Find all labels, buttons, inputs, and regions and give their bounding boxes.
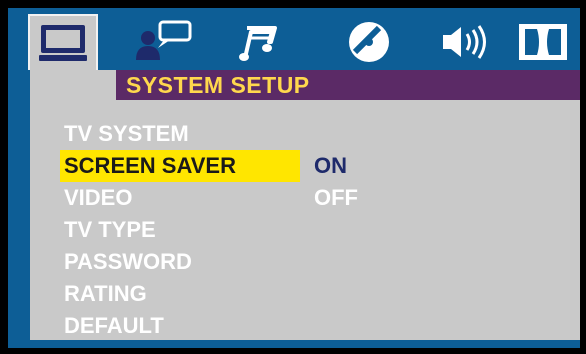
page-title: SYSTEM SETUP <box>126 72 310 98</box>
monitor-icon <box>35 21 91 65</box>
person-speech-icon <box>132 20 194 64</box>
tab-speaker-setup[interactable] <box>432 16 502 68</box>
option-list: ON OFF <box>314 150 358 214</box>
section-header: SYSTEM SETUP <box>116 70 580 100</box>
option-off[interactable]: OFF <box>314 182 358 214</box>
speaker-icon <box>439 22 495 62</box>
option-on[interactable]: ON <box>314 150 358 182</box>
music-note-icon <box>235 20 283 64</box>
osd-frame: SYSTEM SETUP TV SYSTEM SCREEN SAVER VIDE… <box>0 0 586 354</box>
menu-item-tv-type[interactable]: TV TYPE <box>60 214 300 246</box>
settings-panel: TV SYSTEM SCREEN SAVER VIDEO TV TYPE PAS… <box>30 100 580 340</box>
tab-system-setup[interactable] <box>28 14 98 70</box>
menu-tab-bar <box>8 8 580 70</box>
dolby-icon <box>517 22 569 62</box>
menu-item-password[interactable]: PASSWORD <box>60 246 300 278</box>
tab-language-setup[interactable] <box>128 16 198 68</box>
tab-dolby-setup[interactable] <box>508 16 578 68</box>
menu-item-screen-saver[interactable]: SCREEN SAVER <box>60 150 300 182</box>
tab-audio-setup[interactable] <box>224 16 294 68</box>
osd-background: SYSTEM SETUP TV SYSTEM SCREEN SAVER VIDE… <box>8 8 580 348</box>
active-tab-connector <box>30 70 116 100</box>
menu-item-rating[interactable]: RATING <box>60 278 300 310</box>
menu-item-default[interactable]: DEFAULT <box>60 310 300 342</box>
tab-video-setup[interactable] <box>334 16 404 68</box>
disc-icon <box>345 18 393 66</box>
menu-item-tv-system[interactable]: TV SYSTEM <box>60 118 300 150</box>
menu-item-video[interactable]: VIDEO <box>60 182 300 214</box>
settings-menu: TV SYSTEM SCREEN SAVER VIDEO TV TYPE PAS… <box>60 118 300 342</box>
